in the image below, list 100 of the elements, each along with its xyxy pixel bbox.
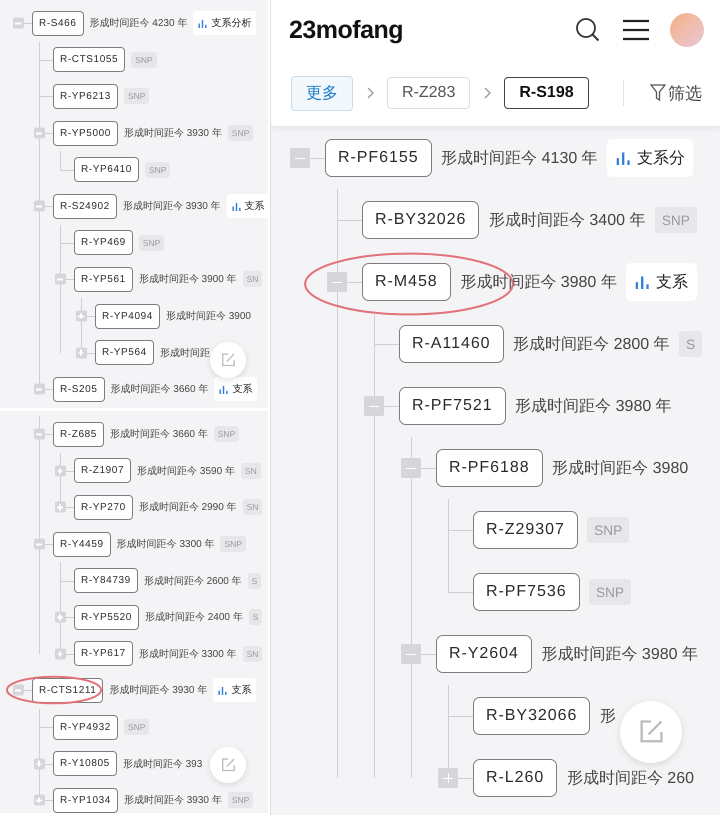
snp-tag: SNP bbox=[228, 125, 254, 142]
snp-tag: SNP bbox=[655, 207, 697, 233]
haplogroup-node[interactable]: R-M458 bbox=[362, 263, 451, 301]
haplogroup-node[interactable]: R-PF6188 bbox=[436, 449, 543, 487]
collapse-toggle[interactable] bbox=[34, 128, 44, 139]
collapse-toggle[interactable] bbox=[34, 428, 44, 440]
haplogroup-node[interactable]: R-A11460 bbox=[399, 325, 504, 363]
haplogroup-node[interactable]: R-YP469 bbox=[74, 230, 133, 256]
haplogroup-node[interactable]: R-YP270 bbox=[74, 494, 133, 520]
haplogroup-node[interactable]: R-YP6410 bbox=[74, 157, 139, 182]
analysis-button[interactable]: 支系 bbox=[213, 678, 256, 702]
collapse-toggle[interactable] bbox=[12, 18, 24, 29]
haplogroup-node[interactable]: R-S205 bbox=[53, 376, 105, 402]
filter-button[interactable]: 筛选 bbox=[650, 82, 702, 104]
haplogroup-node[interactable]: R-S466 bbox=[32, 10, 84, 36]
haplogroup-node[interactable]: R-YP561 bbox=[74, 266, 133, 292]
haplogroup-node[interactable]: R-YP617 bbox=[74, 641, 133, 666]
haplogroup-node[interactable]: R-CTS1055 bbox=[53, 47, 126, 72]
haplogroup-node[interactable]: R-YP1034 bbox=[53, 788, 118, 813]
breadcrumb-item[interactable]: R-S198 bbox=[504, 77, 589, 109]
snp-tag: SNP bbox=[144, 162, 170, 178]
analysis-button[interactable]: 支系 bbox=[226, 194, 268, 218]
haplogroup-node[interactable]: R-YP564 bbox=[95, 340, 154, 366]
age-text: 形成时间距今 3930 年 bbox=[122, 200, 221, 214]
edit-button[interactable] bbox=[210, 747, 246, 783]
collapse-toggle[interactable] bbox=[34, 384, 44, 395]
expand-toggle[interactable] bbox=[54, 465, 66, 476]
age-text: 形成时间距 bbox=[160, 346, 210, 360]
haplogroup-node[interactable]: R-CTS1211 bbox=[32, 678, 104, 703]
haplogroup-node[interactable]: R-Y10805 bbox=[53, 751, 117, 776]
snp-tag: SNP bbox=[228, 792, 254, 808]
haplogroup-node[interactable]: R-YP4094 bbox=[95, 304, 160, 329]
age-text: 形成时间距今 3900 年 bbox=[138, 272, 237, 286]
expand-toggle[interactable] bbox=[76, 347, 86, 358]
expand-toggle[interactable] bbox=[34, 794, 44, 806]
analysis-button[interactable]: 支系分析 bbox=[193, 11, 256, 36]
haplogroup-node[interactable]: R-YP4932 bbox=[53, 714, 118, 740]
collapse-toggle[interactable] bbox=[364, 396, 384, 416]
bar-chart-icon bbox=[219, 384, 228, 394]
collapse-toggle[interactable] bbox=[290, 148, 310, 168]
age-text: 形成时间距今 2600 年 bbox=[144, 574, 242, 588]
collapse-toggle[interactable] bbox=[34, 200, 44, 212]
haplogroup-node[interactable]: R-YP6213 bbox=[53, 84, 118, 109]
collapse-toggle[interactable] bbox=[401, 458, 422, 478]
haplogroup-node[interactable]: R-YP5000 bbox=[53, 120, 118, 146]
haplogroup-node[interactable]: R-Z685 bbox=[53, 422, 104, 447]
bar-chart-icon bbox=[218, 686, 228, 695]
age-text: 形成时间距今 260 bbox=[566, 768, 694, 788]
analysis-button[interactable]: 支系 bbox=[214, 377, 258, 402]
haplogroup-node[interactable]: R-BY32066 bbox=[473, 697, 590, 735]
search-icon[interactable] bbox=[574, 16, 602, 44]
expand-toggle[interactable] bbox=[34, 758, 44, 770]
haplogroup-node[interactable]: R-Y2604 bbox=[436, 635, 532, 673]
collapse-toggle[interactable] bbox=[327, 272, 348, 292]
haplogroup-node[interactable]: R-Z29307 bbox=[473, 511, 578, 549]
haplogroup-node[interactable]: R-YP5520 bbox=[74, 604, 139, 630]
snp-tag: SNP bbox=[214, 426, 240, 442]
collapse-toggle[interactable] bbox=[12, 684, 24, 696]
expand-toggle[interactable] bbox=[54, 648, 66, 660]
age-text: 形成时间距今 3660 年 bbox=[110, 382, 208, 396]
age-text: 形成时间距今 3300 年 bbox=[116, 538, 214, 552]
expand-toggle[interactable] bbox=[54, 502, 66, 513]
analysis-button[interactable]: 支系分 bbox=[607, 139, 694, 177]
haplogroup-node[interactable]: R-PF7521 bbox=[399, 387, 506, 425]
age-text: 形成时间距今 3300 年 bbox=[138, 648, 237, 661]
age-text: 形成时间距今 3400 年 bbox=[488, 210, 646, 230]
edit-button[interactable] bbox=[210, 342, 246, 378]
age-text: 形成时间距今 3930 年 bbox=[124, 126, 222, 140]
collapse-toggle[interactable] bbox=[401, 644, 422, 664]
haplogroup-node[interactable]: R-Y4459 bbox=[53, 532, 111, 557]
haplogroup-node[interactable]: R-S24902 bbox=[53, 194, 117, 219]
expand-toggle[interactable] bbox=[54, 612, 66, 623]
bar-chart-icon bbox=[198, 18, 208, 28]
breadcrumb-item[interactable]: R-Z283 bbox=[387, 77, 470, 109]
expand-toggle[interactable] bbox=[76, 310, 86, 322]
haplogroup-node[interactable]: R-Y84739 bbox=[74, 568, 138, 594]
haplogroup-node[interactable]: R-PF7536 bbox=[473, 573, 580, 611]
collapse-toggle[interactable] bbox=[54, 274, 66, 285]
expand-toggle[interactable] bbox=[438, 768, 458, 788]
age-text: 形成时间距今 2400 年 bbox=[144, 610, 243, 624]
more-button[interactable]: 更多 bbox=[291, 76, 353, 110]
edit-icon bbox=[220, 352, 236, 368]
snp-tag: S bbox=[248, 609, 262, 626]
snp-tag: SNP bbox=[138, 234, 164, 251]
bar-chart-icon bbox=[232, 202, 241, 211]
avatar[interactable] bbox=[670, 13, 704, 47]
haplogroup-node[interactable]: R-Z1907 bbox=[74, 458, 132, 484]
snp-tag: SN bbox=[240, 462, 261, 479]
menu-icon[interactable] bbox=[622, 19, 650, 41]
snp-tag: SNP bbox=[124, 719, 150, 736]
haplogroup-node[interactable]: R-L260 bbox=[473, 759, 558, 797]
age-text: 形成时间距今 3930 年 bbox=[124, 794, 222, 808]
bar-chart-icon bbox=[616, 150, 630, 166]
haplogroup-node[interactable]: R-BY32026 bbox=[362, 201, 480, 239]
analysis-button[interactable]: 支系 bbox=[626, 263, 697, 301]
snp-tag: SN bbox=[242, 271, 262, 288]
snp-tag: SNP bbox=[587, 517, 629, 543]
collapse-toggle[interactable] bbox=[34, 538, 44, 550]
haplogroup-node[interactable]: R-PF6155 bbox=[325, 139, 432, 177]
age-text: 形成时间距今 3930 年 bbox=[109, 684, 208, 698]
